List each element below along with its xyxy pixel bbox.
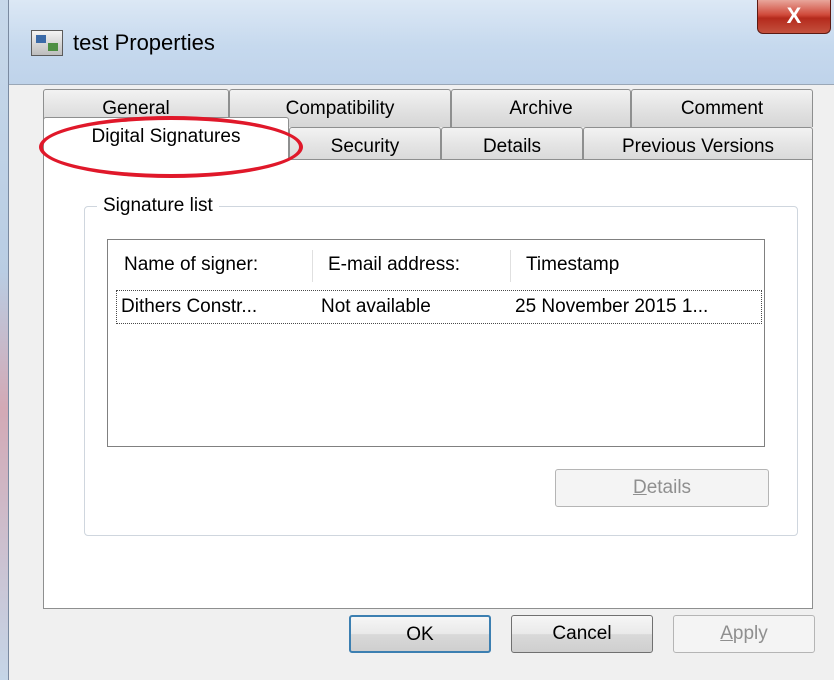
window-title: test Properties — [73, 30, 215, 55]
apply-button[interactable]: Apply — [673, 615, 815, 653]
tab-panel-digital-signatures: Signature list Name of signer: E-mail ad… — [43, 159, 813, 609]
details-accel: D — [632, 477, 647, 498]
details-button[interactable]: Details — [555, 469, 769, 507]
cancel-button[interactable]: Cancel — [511, 615, 653, 653]
column-header-name[interactable]: Name of signer: — [108, 240, 312, 290]
timestamp-cell: 25 November 2015 1... — [515, 296, 709, 317]
listview-header: Name of signer: E-mail address: Timestam… — [108, 240, 764, 290]
table-row[interactable]: Dithers Constr... Not available 25 Novem… — [116, 290, 762, 324]
apply-accel: A — [720, 623, 733, 644]
signature-list-group: Signature list Name of signer: E-mail ad… — [84, 195, 798, 536]
tab-digital-signatures[interactable]: Digital Signatures — [43, 117, 289, 161]
details-label: etails — [646, 477, 692, 498]
signature-listview[interactable]: Name of signer: E-mail address: Timestam… — [107, 239, 765, 447]
tab-comment[interactable]: Comment — [631, 89, 813, 127]
title-bar[interactable]: test Properties X — [9, 0, 834, 84]
dialog-client-area: General Compatibility Archive Comment Di… — [9, 84, 834, 680]
properties-window-icon — [31, 30, 63, 56]
tab-archive[interactable]: Archive — [451, 89, 631, 127]
column-header-timestamp[interactable]: Timestamp — [510, 240, 764, 290]
signature-list-label: Signature list — [97, 195, 219, 217]
column-header-email[interactable]: E-mail address: — [312, 240, 510, 290]
close-button[interactable]: X — [757, 0, 831, 34]
email-cell: Not available — [321, 296, 431, 317]
close-icon: X — [786, 3, 802, 28]
apply-label: pply — [732, 623, 768, 644]
properties-dialog: test Properties X General Compatibility … — [8, 0, 834, 680]
ok-button[interactable]: OK — [349, 615, 491, 653]
signer-name-cell: Dithers Constr... — [121, 296, 258, 317]
